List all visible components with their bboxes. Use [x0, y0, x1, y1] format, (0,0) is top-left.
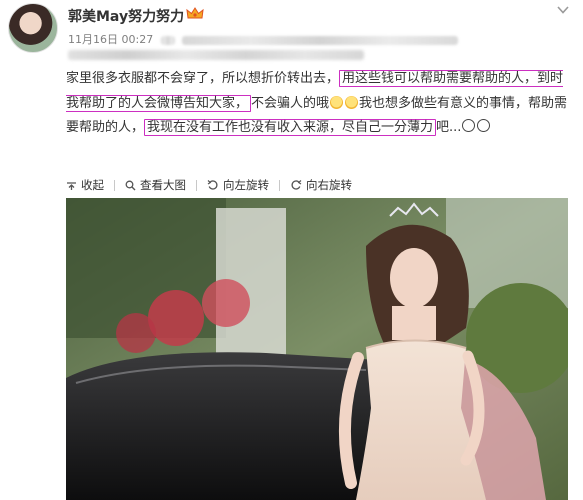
text-segment: 吧... [436, 120, 462, 135]
blurred-source [160, 35, 175, 45]
blurred-line [68, 50, 364, 60]
rotate-left-button[interactable]: 向左旋转 [207, 177, 269, 193]
smile-outline-icon [462, 119, 476, 132]
post-text: 家里很多衣服都不会穿了，所以想折价转出去， 用这些钱可以帮助需要帮助的人，到时我帮… [66, 67, 568, 141]
zoom-icon [125, 180, 136, 190]
image-toolbar: 收起 查看大图 向左旋转 向右旋转 [66, 176, 352, 194]
divider [196, 179, 197, 191]
rotate-right-label: 向右旋转 [306, 178, 352, 192]
highlighted-segment: 我现在没有工作也没有收入来源，尽自己一分薄力 [144, 119, 437, 136]
view-large-button[interactable]: 查看大图 [125, 177, 186, 193]
rotate-right-icon [291, 180, 302, 190]
blurred-source [182, 35, 459, 45]
divider [114, 179, 115, 191]
collapse-icon [67, 181, 76, 190]
divider [279, 179, 280, 191]
post-date[interactable]: 11月16日 00:27 [68, 33, 153, 46]
text-segment: 不会骗人的哦 [251, 95, 330, 111]
username[interactable]: 郭美May努力努力 [68, 6, 184, 26]
avatar[interactable] [8, 3, 58, 53]
smile-emoji-icon [345, 95, 359, 109]
smile-outline-icon [477, 119, 491, 132]
crown-vip-icon[interactable] [186, 7, 204, 21]
photo-illustration [66, 198, 568, 500]
post-photo[interactable] [66, 198, 568, 500]
text-segment: 家里很多衣服都不会穿了，所以想折价转出去， [66, 71, 340, 86]
collapse-button[interactable]: 收起 [66, 177, 104, 193]
rotate-left-icon [207, 180, 218, 190]
post-meta: 11月16日 00:27 [68, 31, 459, 47]
view-large-label: 查看大图 [140, 178, 186, 192]
chevron-down-icon[interactable] [556, 4, 570, 16]
rotate-right-button[interactable]: 向右旋转 [290, 177, 352, 193]
smile-emoji-icon [330, 95, 344, 109]
rotate-left-label: 向左旋转 [223, 178, 269, 192]
collapse-label: 收起 [81, 178, 104, 192]
